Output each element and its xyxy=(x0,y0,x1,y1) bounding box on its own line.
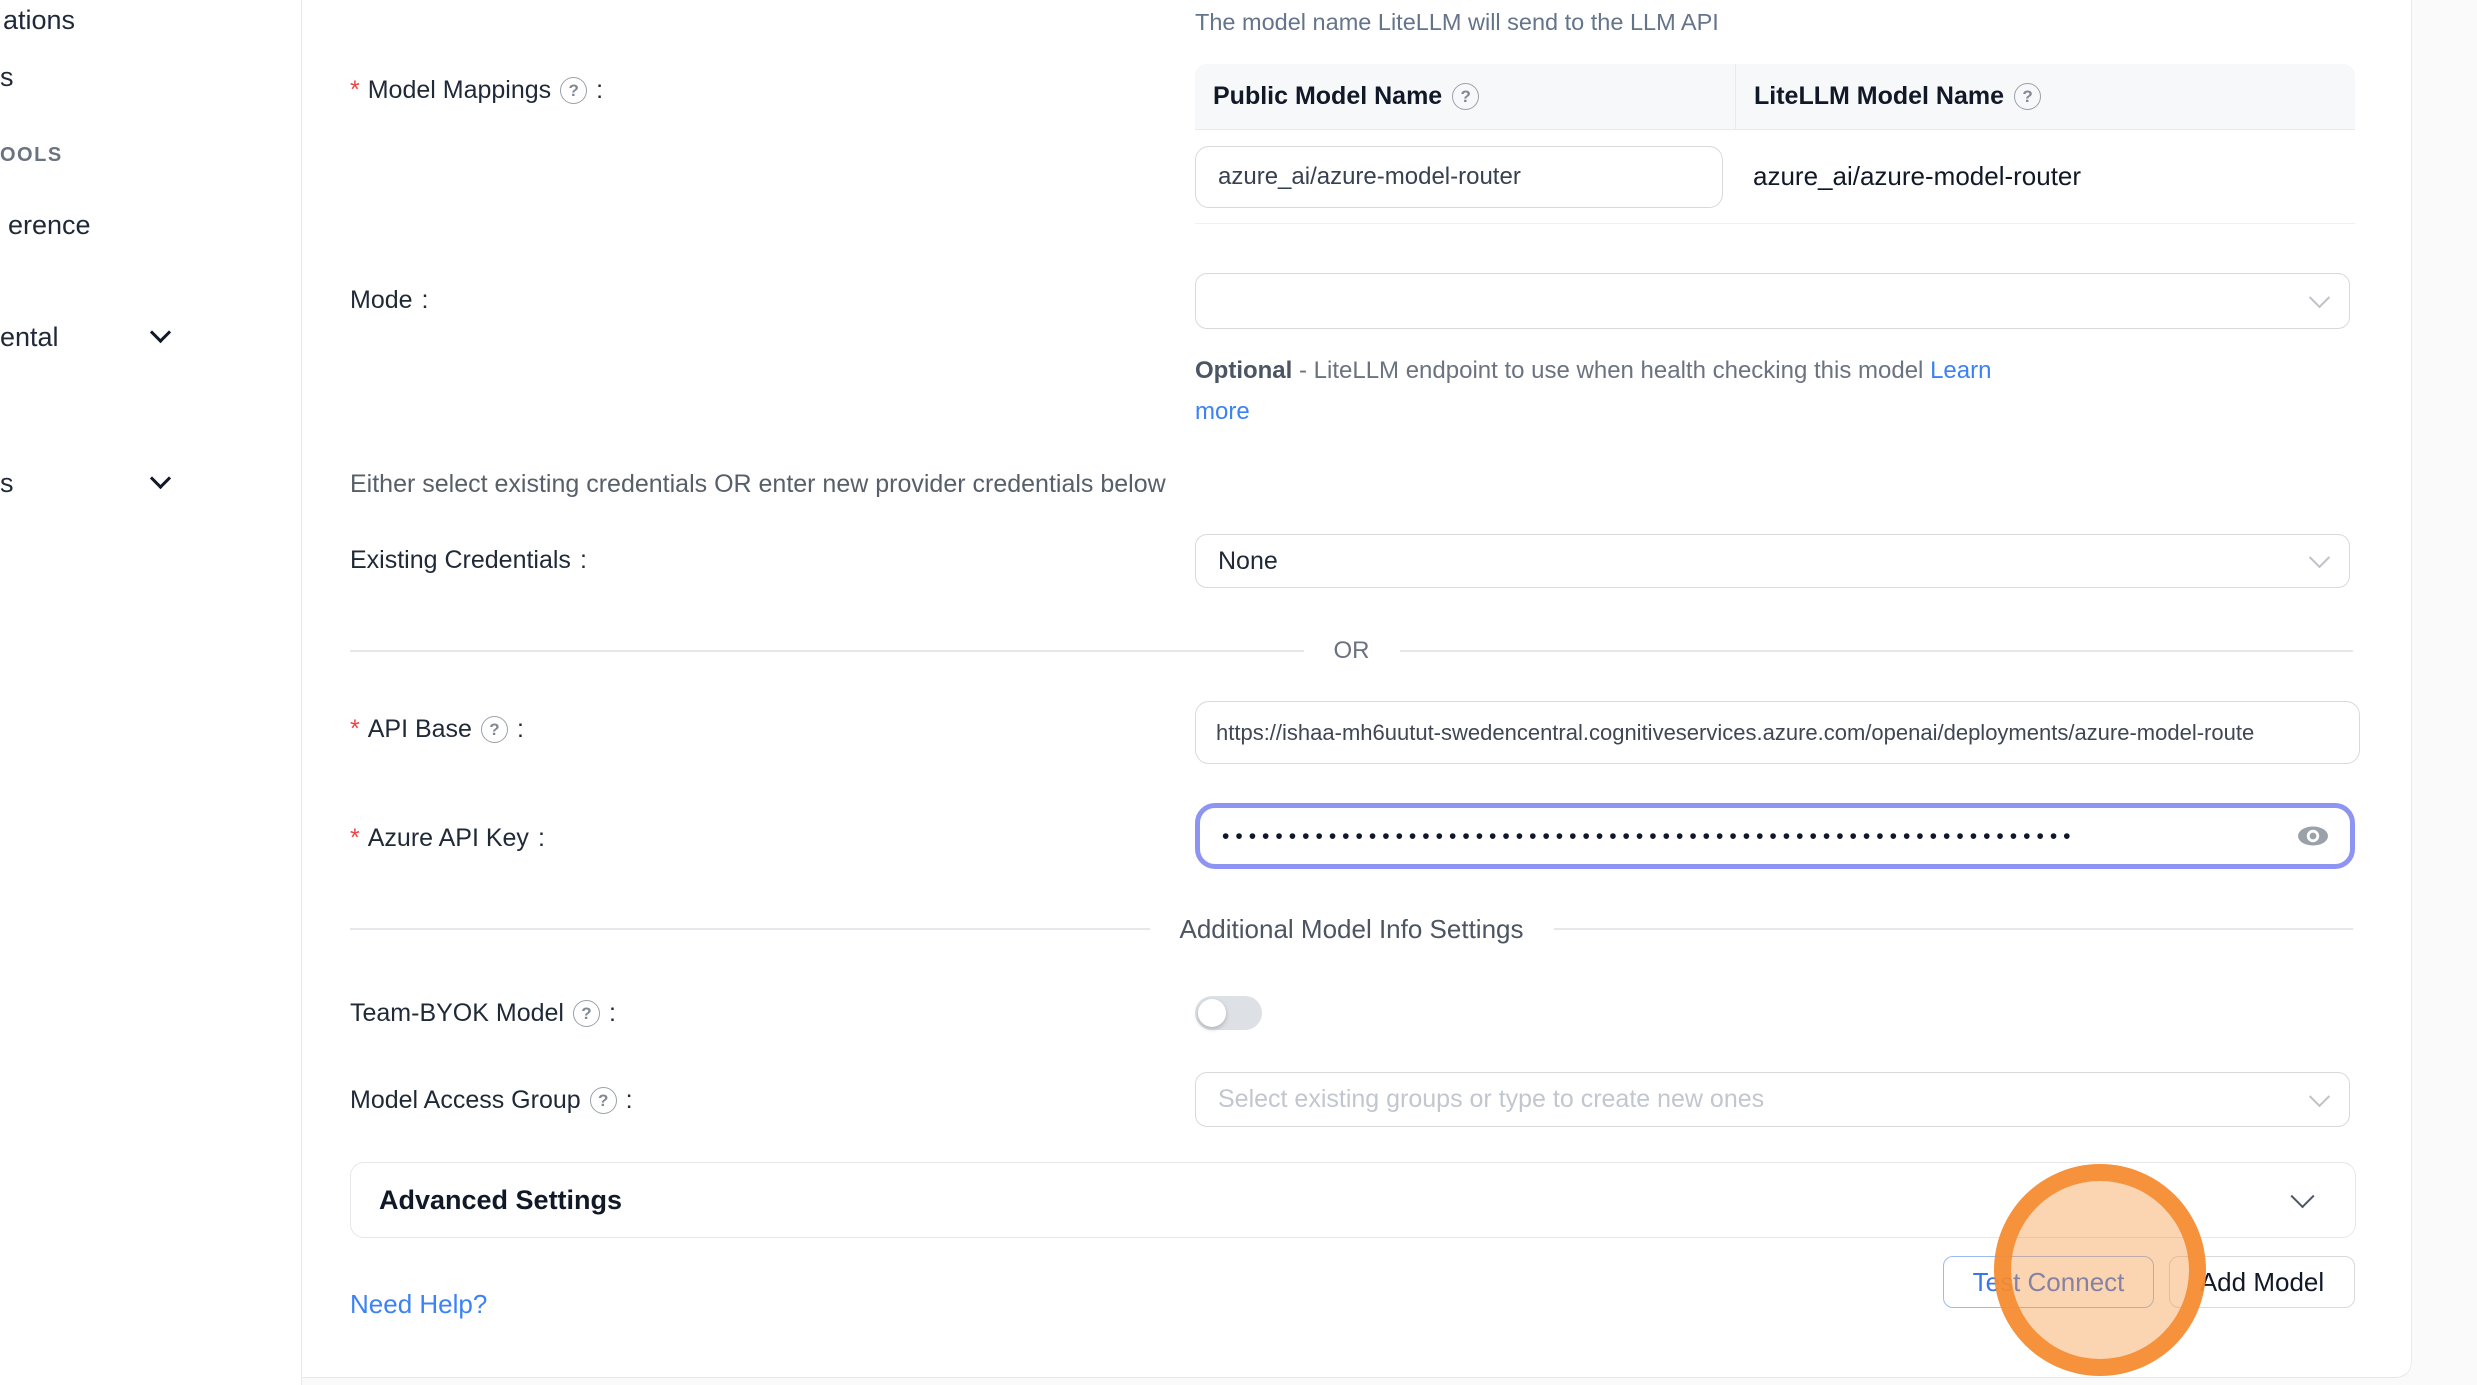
model-mappings-label: * Model Mappings ? : xyxy=(350,76,603,105)
existing-credentials-select[interactable]: None xyxy=(1195,534,2350,588)
sidebar-item-guardrails[interactable]: s xyxy=(0,62,14,93)
info-divider-text: Additional Model Info Settings xyxy=(1150,914,1554,945)
toggle-knob xyxy=(1198,999,1226,1027)
help-circle-icon[interactable]: ? xyxy=(560,77,587,104)
need-help-link[interactable]: Need Help? xyxy=(350,1289,487,1320)
masked-password-value: ••••••••••••••••••••••••••••••••••••••••… xyxy=(1222,826,2292,847)
help-circle-icon[interactable]: ? xyxy=(481,716,508,743)
api-base-input[interactable] xyxy=(1195,701,2360,764)
sidebar: ations s OOLS erence ental s xyxy=(0,0,302,1385)
mode-helper-text: Optional - LiteLLM endpoint to use when … xyxy=(1195,350,2035,432)
help-circle-icon[interactable]: ? xyxy=(2014,83,2041,110)
help-circle-icon[interactable]: ? xyxy=(590,1087,617,1114)
model-access-group-label: Model Access Group ? : xyxy=(350,1086,633,1115)
model-access-group-placeholder: Select existing groups or type to create… xyxy=(1218,1085,1764,1114)
sidebar-section-tools: OOLS xyxy=(0,144,63,167)
sidebar-item-experimental[interactable]: ental xyxy=(0,322,59,353)
help-circle-icon[interactable]: ? xyxy=(573,1000,600,1027)
required-asterisk: * xyxy=(350,715,360,744)
chevron-down-icon xyxy=(2309,287,2330,308)
public-model-name-header: Public Model Name ? xyxy=(1195,82,1735,111)
sidebar-item-settings[interactable]: s xyxy=(0,468,14,499)
credentials-note: Either select existing credentials OR en… xyxy=(350,470,1166,499)
or-divider-text: OR xyxy=(1304,637,1400,665)
existing-credentials-value: None xyxy=(1218,547,1278,576)
table-header-row: Public Model Name ? LiteLLM Model Name ? xyxy=(1195,64,2355,130)
model-access-group-select[interactable]: Select existing groups or type to create… xyxy=(1195,1072,2350,1127)
team-byok-toggle[interactable] xyxy=(1195,996,1262,1030)
litellm-model-name-value: azure_ai/azure-model-router xyxy=(1735,161,2081,192)
existing-credentials-label: Existing Credentials : xyxy=(350,546,587,575)
chevron-down-icon xyxy=(150,468,171,489)
team-byok-label: Team-BYOK Model ? : xyxy=(350,999,616,1028)
table-row: azure_ai/azure-model-router xyxy=(1195,130,2355,224)
help-circle-icon[interactable]: ? xyxy=(1452,83,1479,110)
model-mappings-label-text: Model Mappings xyxy=(368,76,551,105)
mode-label: Mode : xyxy=(350,286,429,315)
azure-api-key-label: * Azure API Key : xyxy=(350,824,545,853)
chevron-down-icon xyxy=(2309,1086,2330,1107)
chevron-down-icon xyxy=(2309,547,2330,568)
sidebar-item-inference[interactable]: erence xyxy=(8,210,91,241)
sidebar-item-organizations[interactable]: ations xyxy=(3,5,75,36)
model-name-helper-text: The model name LiteLLM will send to the … xyxy=(1195,9,1719,36)
test-connect-button[interactable]: Test Connect xyxy=(1943,1256,2154,1308)
or-divider: OR xyxy=(350,637,2353,665)
advanced-settings-title: Advanced Settings xyxy=(379,1185,2294,1216)
chevron-down-icon xyxy=(150,322,171,343)
mode-select[interactable] xyxy=(1195,273,2350,329)
litellm-model-name-header: LiteLLM Model Name ? xyxy=(1735,64,2355,129)
eye-icon[interactable] xyxy=(2292,821,2334,851)
learn-more-link[interactable]: Learn xyxy=(1930,357,1991,384)
chevron-down-icon xyxy=(2290,1184,2314,1208)
learn-more-link[interactable]: more xyxy=(1195,398,1250,425)
model-mappings-table: Public Model Name ? LiteLLM Model Name ?… xyxy=(1195,64,2355,224)
public-model-name-input[interactable] xyxy=(1195,146,1723,208)
azure-api-key-input[interactable]: ••••••••••••••••••••••••••••••••••••••••… xyxy=(1195,803,2355,869)
required-asterisk: * xyxy=(350,824,360,853)
required-asterisk: * xyxy=(350,76,360,105)
add-model-button[interactable]: Add Model xyxy=(2169,1256,2355,1308)
api-base-label: * API Base ? : xyxy=(350,715,524,744)
info-divider: Additional Model Info Settings xyxy=(350,914,2353,944)
advanced-settings-panel[interactable]: Advanced Settings xyxy=(350,1162,2356,1238)
